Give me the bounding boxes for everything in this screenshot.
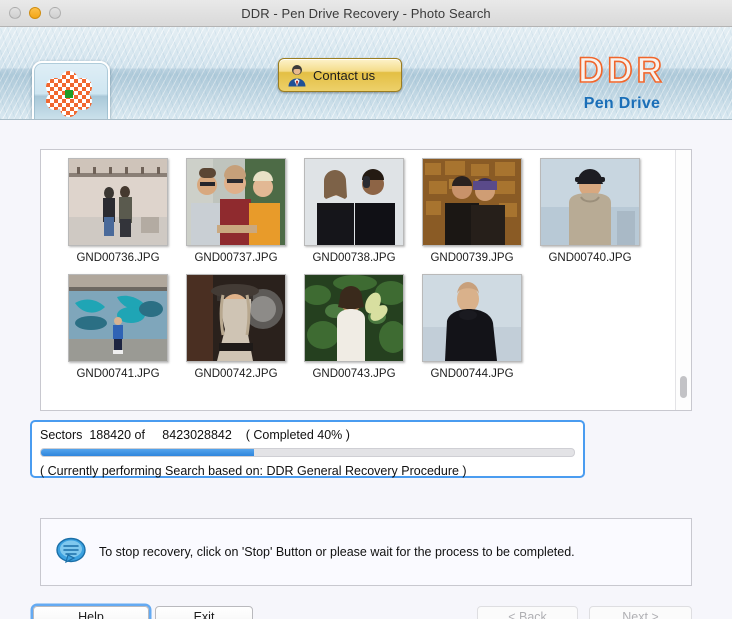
scrollbar-thumb[interactable] <box>680 376 687 398</box>
photo-preview <box>186 158 286 246</box>
brand-logo: DDR Pen Drive <box>534 51 710 113</box>
info-message-text: To stop recovery, click on 'Stop' Button… <box>99 545 575 559</box>
photo-preview <box>186 274 286 362</box>
photo-thumbnail-item[interactable]: GND00737.JPG <box>177 158 295 264</box>
progress-bar-fill <box>41 449 255 456</box>
speech-bubble-icon <box>56 537 86 564</box>
app-banner: Contact us DDR Pen Drive <box>0 27 732 120</box>
photo-preview <box>304 274 404 362</box>
main-content: GND00736.JPG GND00737.JPG GND00738.JPG G… <box>0 120 732 619</box>
person-icon <box>288 65 306 87</box>
minimize-button[interactable] <box>29 7 41 19</box>
window-controls <box>9 7 61 19</box>
window-title: DDR - Pen Drive Recovery - Photo Search <box>241 5 491 21</box>
photo-filename: GND00739.JPG <box>430 252 514 264</box>
photo-filename: GND00736.JPG <box>76 252 160 264</box>
zoom-button[interactable] <box>49 7 61 19</box>
progress-status-line: Sectors 188420 of 8423028842 ( Completed… <box>40 428 350 442</box>
photo-grid-scrollbar[interactable] <box>675 150 691 410</box>
photo-preview <box>304 158 404 246</box>
contact-us-label: Contact us <box>313 67 376 83</box>
photo-thumbnail-item[interactable]: GND00738.JPG <box>295 158 413 264</box>
brand-subtitle: Pen Drive <box>583 95 661 112</box>
progress-panel: Sectors 188420 of 8423028842 ( Completed… <box>30 420 585 478</box>
photo-preview <box>422 158 522 246</box>
photo-row: GND00741.JPG GND00742.JPG GND00743.JPG G… <box>59 274 676 380</box>
photo-thumbnail-item[interactable]: GND00744.JPG <box>413 274 531 380</box>
photo-grid: GND00736.JPG GND00737.JPG GND00738.JPG G… <box>41 150 676 410</box>
photo-thumbnail-item[interactable]: GND00740.JPG <box>531 158 649 264</box>
photo-filename: GND00738.JPG <box>312 252 396 264</box>
photo-filename: GND00737.JPG <box>194 252 278 264</box>
photo-filename: GND00744.JPG <box>430 368 514 380</box>
progress-bar <box>40 448 575 457</box>
next-button[interactable]: Next > <box>589 606 692 619</box>
photo-preview <box>540 158 640 246</box>
photo-preview <box>422 274 522 362</box>
progress-activity-line: ( Currently performing Search based on: … <box>40 464 467 478</box>
help-button[interactable]: Help <box>33 606 149 619</box>
photo-thumbnail-item[interactable]: GND00739.JPG <box>413 158 531 264</box>
photo-preview <box>68 274 168 362</box>
ddr-app-icon <box>32 61 110 119</box>
contact-us-button[interactable]: Contact us <box>278 58 402 92</box>
photo-row: GND00736.JPG GND00737.JPG GND00738.JPG G… <box>59 158 676 264</box>
app-window: DDR - Pen Drive Recovery - Photo Search <box>0 0 732 619</box>
exit-button[interactable]: Exit <box>155 606 253 619</box>
checker-flower-icon <box>46 71 92 117</box>
photo-thumbnail-item[interactable]: GND00743.JPG <box>295 274 413 380</box>
photo-results-panel: GND00736.JPG GND00737.JPG GND00738.JPG G… <box>40 149 692 411</box>
photo-filename: GND00740.JPG <box>548 252 632 264</box>
photo-filename: GND00741.JPG <box>76 368 160 380</box>
photo-filename: GND00742.JPG <box>194 368 278 380</box>
photo-thumbnail-item[interactable]: GND00742.JPG <box>177 274 295 380</box>
photo-filename: GND00743.JPG <box>312 368 396 380</box>
close-button[interactable] <box>9 7 21 19</box>
back-button[interactable]: < Back <box>477 606 578 619</box>
photo-thumbnail-item[interactable]: GND00736.JPG <box>59 158 177 264</box>
title-bar: DDR - Pen Drive Recovery - Photo Search <box>0 0 732 27</box>
photo-preview <box>68 158 168 246</box>
brand-title: DDR <box>577 51 666 90</box>
info-message-box: To stop recovery, click on 'Stop' Button… <box>40 518 692 586</box>
photo-thumbnail-item[interactable]: GND00741.JPG <box>59 274 177 380</box>
